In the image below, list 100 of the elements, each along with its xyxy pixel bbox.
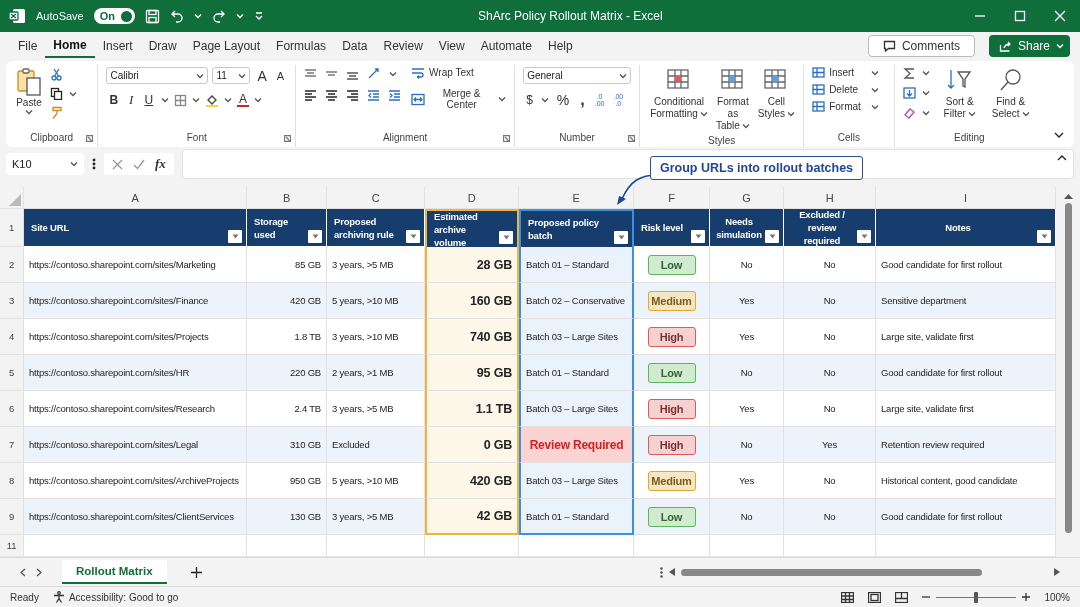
name-box[interactable]: K10 xyxy=(6,153,84,175)
merge-icon[interactable] xyxy=(411,92,426,106)
row-number[interactable]: 9 xyxy=(0,499,24,535)
cancel-icon[interactable] xyxy=(112,158,123,170)
column-header[interactable]: D xyxy=(425,187,519,209)
currency-caret-icon[interactable] xyxy=(540,97,549,103)
caret-icon[interactable] xyxy=(694,234,702,239)
menu-tab[interactable]: Formulas xyxy=(268,34,335,57)
dialog-launcher-icon[interactable] xyxy=(503,135,511,142)
next-sheet-icon[interactable] xyxy=(36,567,42,577)
font-color-button[interactable]: A xyxy=(237,93,250,107)
borders-icon[interactable] xyxy=(174,93,188,107)
filter-button[interactable] xyxy=(857,230,871,243)
previous-sheet-icon[interactable] xyxy=(20,567,26,577)
italic-button[interactable]: I xyxy=(126,92,137,108)
editing-button[interactable]: Sort & Filter xyxy=(941,65,978,122)
maximize-icon[interactable] xyxy=(1014,10,1026,22)
caret-icon[interactable] xyxy=(70,161,78,167)
caret-icon[interactable] xyxy=(619,72,628,79)
undo-icon[interactable] xyxy=(170,9,184,23)
fill-color-icon[interactable] xyxy=(205,93,220,107)
more-options-icon[interactable] xyxy=(92,158,96,170)
collapse-ribbon-icon[interactable] xyxy=(1054,132,1064,139)
column-header[interactable]: F xyxy=(634,187,710,209)
styles-button[interactable]: Format as Table xyxy=(713,65,752,134)
row-number[interactable]: 11 xyxy=(0,535,24,557)
redo-icon[interactable] xyxy=(212,9,226,23)
page-break-view-icon[interactable] xyxy=(895,591,909,603)
comment-icon[interactable] xyxy=(882,39,896,52)
underline-caret-icon[interactable] xyxy=(161,97,170,103)
scroll-up-icon[interactable] xyxy=(1063,193,1073,199)
merge-caret-icon[interactable] xyxy=(498,96,507,102)
column-header[interactable]: E xyxy=(519,187,634,209)
caret-icon[interactable] xyxy=(196,72,205,79)
row-number[interactable]: 6 xyxy=(0,391,24,427)
row-number[interactable]: 4 xyxy=(0,319,24,355)
increase-indent-icon[interactable] xyxy=(388,89,402,101)
percent-button[interactable]: % xyxy=(553,92,573,108)
accessibility-status[interactable]: Accessibility: Good to go xyxy=(68,591,179,603)
caret-icon[interactable] xyxy=(231,234,239,239)
zoom-out-icon[interactable] xyxy=(922,593,931,601)
menu-tab[interactable]: Page Layout xyxy=(184,34,269,57)
font-name-dropdown[interactable]: Calibri xyxy=(106,67,209,84)
zoom-slider-thumb[interactable] xyxy=(974,591,979,603)
dialog-launcher-icon[interactable] xyxy=(628,135,636,142)
zoom-level[interactable]: 100% xyxy=(1044,591,1070,603)
borders-caret-icon[interactable] xyxy=(192,97,201,103)
filter-button[interactable] xyxy=(614,231,628,244)
column-header[interactable]: B xyxy=(247,187,327,209)
row-number[interactable]: 1 xyxy=(0,209,24,247)
caret-icon[interactable] xyxy=(871,86,880,93)
caret-icon[interactable] xyxy=(921,90,930,96)
decrease-indent-icon[interactable] xyxy=(367,89,381,101)
align-left-icon[interactable] xyxy=(304,89,318,101)
filter-button[interactable] xyxy=(1037,230,1051,243)
menu-tab[interactable]: Data xyxy=(334,34,376,57)
font-size-dropdown[interactable]: 11 xyxy=(212,67,251,84)
undo-caret-icon[interactable] xyxy=(194,13,202,19)
menu-tab[interactable]: Help xyxy=(540,34,581,57)
decrease-font-button[interactable]: A xyxy=(273,69,288,82)
menu-tab[interactable]: Review xyxy=(375,34,431,57)
cells-button[interactable]: Delete xyxy=(812,84,886,95)
caret-icon[interactable] xyxy=(871,69,880,76)
cells-grid-icon[interactable] xyxy=(812,67,826,78)
menu-tab[interactable]: Insert xyxy=(94,34,141,57)
underline-button[interactable]: U xyxy=(141,93,157,107)
scroll-left-icon[interactable] xyxy=(669,568,675,576)
font-color-caret-icon[interactable] xyxy=(254,97,263,103)
more-options-icon[interactable] xyxy=(660,566,663,578)
align-right-icon[interactable] xyxy=(346,89,360,101)
caret-icon[interactable] xyxy=(921,70,930,76)
redo-caret-icon[interactable] xyxy=(236,13,244,19)
copy-caret-icon[interactable] xyxy=(69,90,77,97)
increase-font-button[interactable]: A xyxy=(254,67,270,84)
align-top-icon[interactable] xyxy=(304,67,318,80)
autosave-toggle[interactable]: On xyxy=(93,8,135,24)
caret-icon[interactable] xyxy=(860,234,868,239)
dialog-launcher-icon[interactable] xyxy=(86,135,94,142)
wrap-text-button[interactable]: Wrap Text xyxy=(411,66,507,79)
paste-caret-icon[interactable] xyxy=(25,109,33,115)
close-icon[interactable] xyxy=(1054,10,1066,22)
menu-tab[interactable]: View xyxy=(430,34,473,57)
column-header[interactable]: A xyxy=(24,187,247,209)
scrollbar-thumb[interactable] xyxy=(681,568,982,576)
copy-icon[interactable] xyxy=(50,87,63,100)
normal-view-icon[interactable] xyxy=(841,591,855,603)
caret-icon[interactable] xyxy=(409,234,417,239)
add-sheet-icon[interactable] xyxy=(190,566,202,578)
filter-button[interactable] xyxy=(691,230,705,243)
cells-button[interactable]: Format xyxy=(812,101,886,112)
caret-icon[interactable] xyxy=(699,111,708,117)
filter-button[interactable] xyxy=(765,230,779,243)
row-number[interactable]: 2 xyxy=(0,247,24,283)
share-button[interactable]: Share xyxy=(988,34,1070,57)
cells-grid-icon[interactable] xyxy=(812,84,826,95)
cut-icon[interactable] xyxy=(50,68,63,81)
caret-icon[interactable] xyxy=(1021,111,1030,117)
page-layout-view-icon[interactable] xyxy=(868,591,882,603)
dialog-launcher-icon[interactable] xyxy=(284,135,292,142)
orientation-caret-icon[interactable] xyxy=(389,70,398,77)
